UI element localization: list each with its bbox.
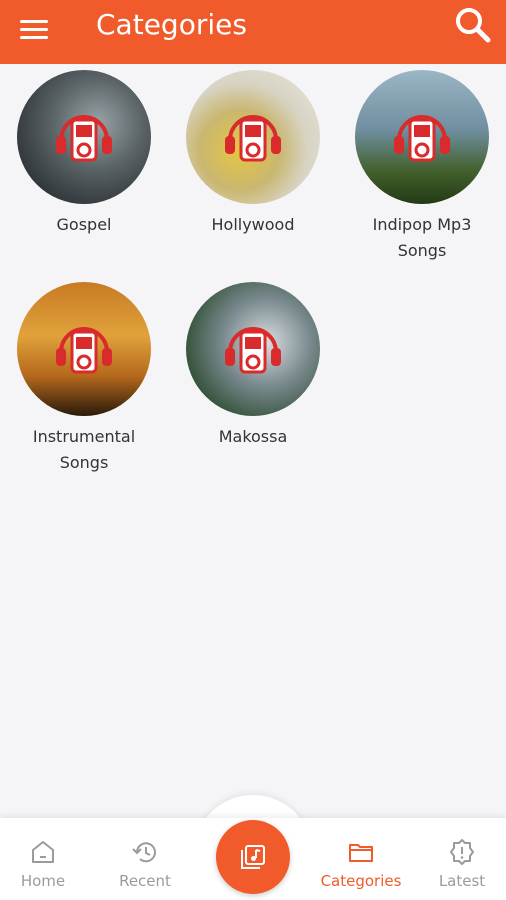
music-player-headphones-icon <box>225 327 281 374</box>
alert-badge-icon <box>450 839 474 865</box>
nav-label: Recent <box>119 872 171 890</box>
music-player-headphones-icon <box>225 115 281 162</box>
category-label: Makossa <box>218 427 288 446</box>
nav-item-latest[interactable]: Latest <box>417 818 506 900</box>
nav-label: Categories <box>320 872 402 890</box>
nav-item-home[interactable]: Home <box>0 818 88 900</box>
page-title: Categories <box>96 8 247 41</box>
hamburger-menu-icon <box>20 20 48 23</box>
category-thumbnail <box>186 70 320 204</box>
nav-item-recent[interactable]: Recent <box>100 818 190 900</box>
music-player-headphones-icon <box>394 115 450 162</box>
category-thumbnail <box>17 70 151 204</box>
menu-button[interactable] <box>18 14 50 46</box>
category-thumbnail <box>17 282 151 416</box>
category-label: Indipop Mp3 Songs <box>372 215 472 260</box>
category-label: Hollywood <box>211 215 295 234</box>
music-library-icon <box>241 845 265 869</box>
category-thumbnail <box>186 282 320 416</box>
folder-icon <box>349 844 373 862</box>
nav-item-categories[interactable]: Categories <box>316 818 406 900</box>
search-icon <box>456 8 491 43</box>
history-icon <box>132 842 156 863</box>
music-player-headphones-icon <box>56 115 112 162</box>
category-label: Gospel <box>56 215 112 234</box>
category-thumbnail <box>355 70 489 204</box>
category-label: Instrumental Songs <box>32 427 136 472</box>
nav-label: Latest <box>438 872 486 890</box>
app-bar: Categories <box>0 0 506 64</box>
nav-label: Home <box>20 872 66 890</box>
music-library-button[interactable] <box>216 820 290 894</box>
search-button[interactable] <box>453 5 493 45</box>
music-player-headphones-icon <box>56 327 112 374</box>
home-icon <box>32 841 54 863</box>
